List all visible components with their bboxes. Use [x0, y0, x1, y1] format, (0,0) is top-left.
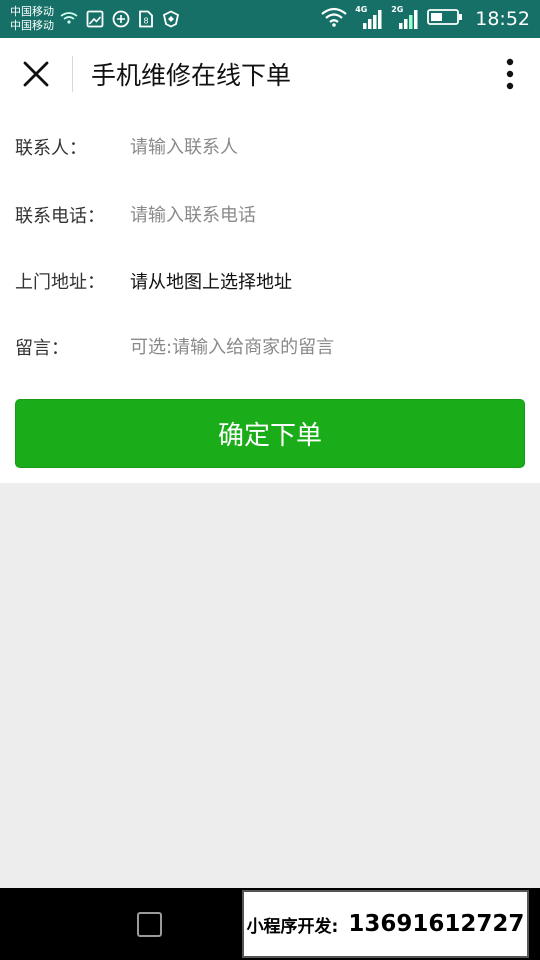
promo-phone: 13691612727	[348, 911, 525, 937]
contact-name-input[interactable]	[130, 127, 540, 167]
recents-button[interactable]	[137, 912, 162, 937]
promo-label: 小程序开发:	[246, 916, 339, 937]
status-bar: 中国移动 中国移动 8 4G 2G 18:52	[0, 0, 540, 38]
order-form: 联系人： 联系电话： 上门地址： 请从地图上选择地址 留言： 确定下单	[0, 110, 540, 483]
more-options-button[interactable]	[480, 38, 540, 110]
contact-name-label: 联系人：	[15, 138, 87, 159]
title-bar: 手机维修在线下单	[0, 38, 540, 110]
signal-2-icon: 2G	[391, 5, 419, 30]
network-type-1: 4G	[355, 5, 368, 14]
contact-name-row: 联系人：	[0, 114, 540, 180]
title-divider	[72, 56, 73, 92]
status-time: 18:52	[475, 8, 530, 30]
status-right: 4G 2G 18:52	[321, 5, 530, 31]
sim-icon: 8	[138, 10, 154, 28]
message-input[interactable]	[130, 327, 540, 367]
address-picker[interactable]: 请从地图上选择地址	[130, 268, 540, 294]
carrier-info: 中国移动 中国移动	[10, 5, 54, 33]
contact-phone-input[interactable]	[130, 195, 540, 235]
address-row: 上门地址： 请从地图上选择地址	[0, 248, 540, 314]
network-type-2: 2G	[391, 5, 404, 14]
message-row: 留言：	[0, 314, 540, 380]
carrier-1: 中国移动	[10, 5, 54, 18]
page-title: 手机维修在线下单	[91, 61, 292, 90]
wifi-icon	[321, 7, 347, 31]
navigation-bar: 小程序开发: 13691612727	[0, 888, 540, 960]
shield-icon	[162, 10, 180, 28]
svg-text:8: 8	[143, 17, 148, 26]
contact-phone-label: 联系电话：	[15, 206, 105, 227]
contact-phone-row: 联系电话：	[0, 182, 540, 248]
submit-order-button[interactable]: 确定下单	[15, 399, 525, 468]
message-label: 留言：	[15, 338, 69, 359]
close-button[interactable]	[0, 38, 72, 110]
promo-banner: 小程序开发: 13691612727	[242, 890, 529, 958]
battery-icon	[427, 8, 463, 30]
address-label: 上门地址：	[15, 272, 105, 293]
signal-1-icon: 4G	[355, 5, 383, 30]
image-icon	[86, 10, 104, 28]
notification-icons: 8	[60, 10, 180, 28]
close-icon	[23, 61, 49, 87]
carrier-2: 中国移动	[10, 19, 54, 32]
wifi-calling-icon	[60, 11, 78, 27]
more-vertical-icon	[506, 58, 514, 90]
vpn-icon	[112, 10, 130, 28]
